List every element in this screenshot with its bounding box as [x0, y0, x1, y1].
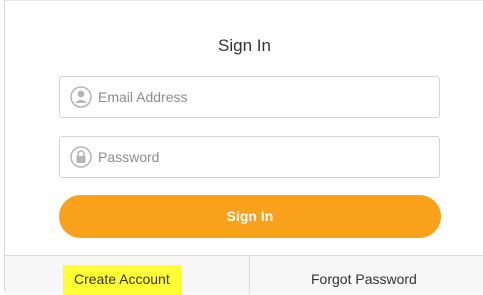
create-account-link[interactable]: Create Account — [63, 265, 181, 295]
footer-divider — [249, 256, 250, 294]
user-icon — [70, 86, 92, 108]
page-title: Sign In — [218, 36, 271, 55]
email-input[interactable] — [98, 77, 428, 117]
footer-links: Create Account Forgot Password — [5, 255, 483, 295]
password-field[interactable] — [59, 136, 440, 178]
sign-in-button[interactable]: Sign In — [59, 195, 441, 238]
sign-in-card: Sign In Sign In Create Account Forgot Pa… — [4, 0, 483, 295]
email-field[interactable] — [59, 76, 440, 118]
lock-icon — [70, 146, 92, 168]
password-input[interactable] — [98, 137, 428, 177]
forgot-password-link[interactable]: Forgot Password — [311, 271, 417, 287]
